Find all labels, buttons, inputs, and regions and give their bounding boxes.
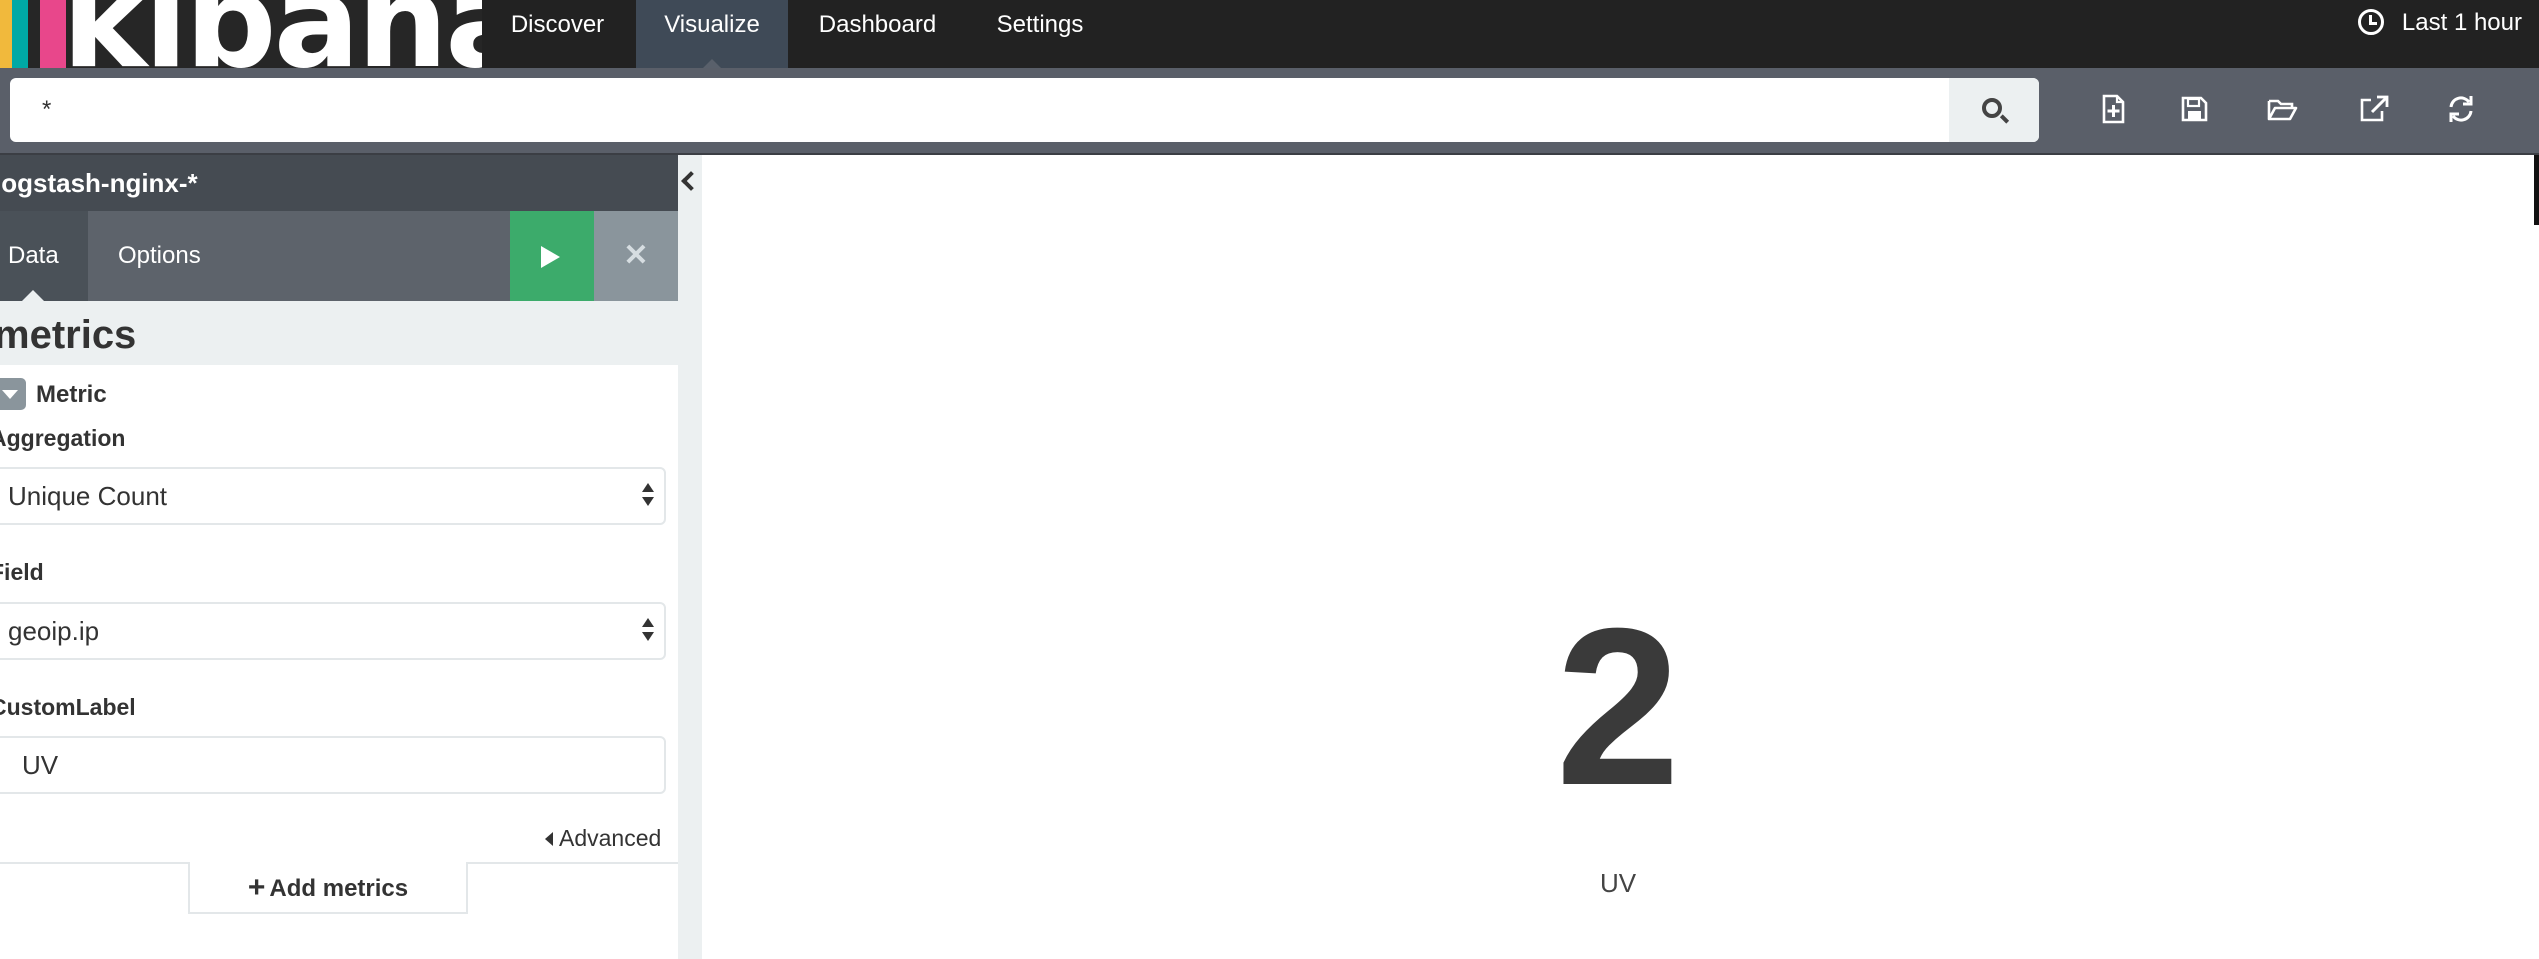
editor-tabs: Data Options ✕ [0,211,678,301]
field-select[interactable]: geoip.ip [0,602,666,660]
custom-label-input[interactable] [0,736,666,794]
search-button[interactable] [1949,78,2039,142]
logo-stripe-teal [12,0,28,68]
advanced-label: Advanced [559,825,662,851]
nav-discover[interactable]: Discover [482,0,633,68]
query-bar [0,68,2539,155]
query-input[interactable] [10,78,1950,142]
chevron-left-icon [681,171,701,191]
logo-wordmark: kibana [62,0,482,68]
add-metrics-button[interactable]: + Add metrics [188,862,468,914]
clock-icon [2357,9,2384,35]
kibana-logo[interactable]: kibana [0,0,482,68]
open-icon[interactable] [2265,92,2299,126]
top-navbar: kibana Discover Visualize Dashboard Sett… [0,0,2539,68]
tab-options[interactable]: Options [118,211,201,301]
sidebar-collapse-bar[interactable] [678,155,702,959]
new-visualization-icon[interactable] [2096,92,2130,126]
metric-value: 2 [1555,582,1681,832]
aggregation-select[interactable]: Unique Count [0,467,666,525]
share-icon[interactable] [2357,92,2391,126]
metric-label: UV [1599,868,1637,898]
advanced-toggle[interactable]: Advanced [545,825,661,852]
discard-changes-button[interactable]: ✕ [594,211,678,301]
time-picker[interactable]: Last 1 hour [2357,9,2522,37]
nav-settings[interactable]: Settings [966,0,1114,68]
collapse-toggle-icon[interactable] [0,378,26,410]
plus-icon: + [247,871,266,904]
search-icon [1982,98,2002,118]
save-icon[interactable] [2177,92,2211,126]
metrics-section-title: metrics [0,301,678,365]
time-range-label: Last 1 hour [2401,9,2522,36]
editor-sidebar: logstash-nginx-* Data Options ✕ metrics … [0,155,678,959]
caret-left-icon [545,832,553,846]
add-metrics-label: Add metrics [269,875,409,902]
field-value: geoip.ip [8,616,100,646]
aggregation-value: Unique Count [8,481,167,511]
field-label: Field [0,559,44,585]
visualization-canvas: 2 UV [702,155,2534,959]
select-arrows-icon [642,483,654,509]
custom-label-label: CustomLabel [0,694,136,720]
select-arrows-icon [642,618,654,644]
apply-changes-button[interactable] [510,211,594,301]
refresh-icon[interactable] [2444,92,2478,126]
nav-visualize[interactable]: Visualize [636,0,788,68]
aggregation-label: Aggregation [0,425,126,451]
window-edge [2534,155,2539,225]
metric-agg-title: Metric [36,381,107,408]
tab-data[interactable]: Data [0,211,88,301]
index-pattern-title: logstash-nginx-* [0,155,678,211]
nav-dashboard[interactable]: Dashboard [790,0,965,68]
search-box [10,78,2039,142]
